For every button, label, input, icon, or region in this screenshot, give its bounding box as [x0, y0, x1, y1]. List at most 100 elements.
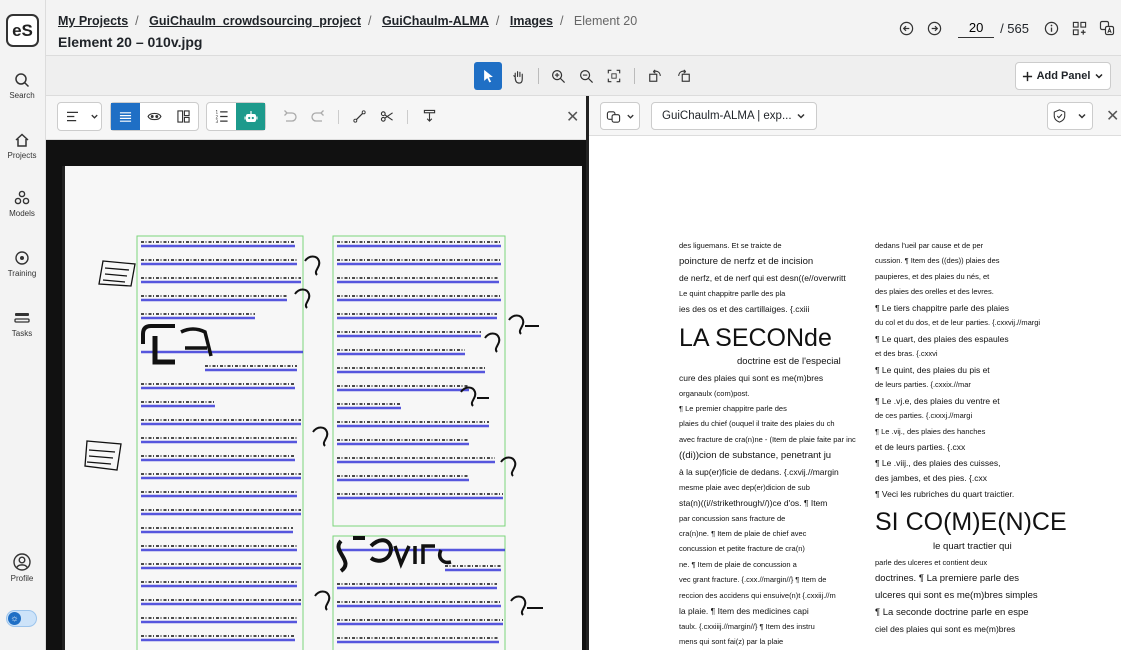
- transcription-line[interactable]: cure des plaies qui sont es me(m)bres: [679, 373, 856, 384]
- reading-order-button[interactable]: 123: [207, 103, 236, 130]
- transcription-line[interactable]: paupieres, et des plaies du nés, et: [875, 272, 1067, 281]
- cut-button[interactable]: [375, 104, 399, 128]
- transcription-line[interactable]: parle des ulceres et contient deux: [875, 558, 1067, 567]
- arrow-right-circle-icon: [927, 21, 941, 35]
- nav-projects[interactable]: Projects: [0, 132, 44, 160]
- transcription-line[interactable]: vec grant fracture. {.cxx.//margin//} ¶ …: [679, 575, 856, 584]
- transcription-line[interactable]: organaulx (com)post.: [679, 389, 856, 398]
- transcription-line[interactable]: des plaies des orelles et des levres.: [875, 287, 1067, 296]
- add-element-button[interactable]: [1065, 14, 1093, 42]
- app-logo[interactable]: eS: [6, 14, 39, 47]
- transcription-line[interactable]: taulx. {.cxxiiij.//margin//} ¶ Item des …: [679, 622, 856, 631]
- breadcrumb-project[interactable]: GuiChaulm_crowdsourcing_project: [149, 14, 361, 28]
- translate-button[interactable]: [1093, 14, 1121, 42]
- transcription-line[interactable]: ¶ Le .vj.e, des plaies du ventre et: [875, 396, 1067, 407]
- transcription-line[interactable]: de ces parties. {.cxxxj.//margi: [875, 411, 1067, 420]
- numbered-list-icon: 123: [215, 110, 228, 123]
- pan-tool-button[interactable]: [504, 62, 532, 90]
- transcription-line[interactable]: concussion et petite fracture de cra(n): [679, 544, 856, 553]
- transcription-line[interactable]: reccion des accidens qui ensuive(n)t {.c…: [679, 591, 856, 600]
- transcription-line[interactable]: ciel des plaies qui sont es me(m)bres: [875, 624, 1067, 635]
- transcription-line[interactable]: la plaie. ¶ Item des medicines capi: [679, 606, 856, 617]
- transcription-line[interactable]: ne. ¶ Item de plaie de concussion a: [679, 560, 856, 569]
- transcription-line[interactable]: Le quint chappitre parlle des pla: [679, 289, 856, 298]
- view-mode-dropdown[interactable]: [57, 102, 102, 131]
- nav-search[interactable]: Search: [0, 72, 44, 100]
- transcription-line[interactable]: ¶ Veci les rubriches du quart traictier.: [875, 489, 1067, 500]
- transcription-line[interactable]: ¶ Le quint, des plaies du pis et: [875, 365, 1067, 376]
- transcription-line[interactable]: poincture de nerfz et de incision: [679, 256, 856, 268]
- transcription-line[interactable]: des jambes, et des pies. {.cxx: [875, 473, 1067, 484]
- theme-toggle[interactable]: ☼: [6, 610, 37, 627]
- split-button[interactable]: [417, 104, 441, 128]
- verify-dropdown[interactable]: [1047, 102, 1093, 130]
- transcription-line[interactable]: ¶ Le tiers chappitre parle des plaies: [875, 303, 1067, 314]
- layer-mode-group: [110, 102, 199, 131]
- zoom-in-button[interactable]: [544, 62, 572, 90]
- transcription-line[interactable]: ies des os et des cartillaiges. {.cxiii: [679, 304, 856, 315]
- transcription-line[interactable]: ((di))cion de substance, penetrant ju: [679, 450, 856, 462]
- nav-models[interactable]: Models: [0, 190, 44, 218]
- transcription-line[interactable]: avec fracture de cra(n)ne - (Item de pla…: [679, 435, 856, 444]
- zoom-out-button[interactable]: [572, 62, 600, 90]
- rotate-left-button[interactable]: [641, 62, 669, 90]
- transcription-line[interactable]: le quart tractier qui: [875, 541, 1067, 553]
- panel-type-dropdown[interactable]: [600, 102, 640, 130]
- transcription-line[interactable]: ¶ La seconde doctrine parle en espe: [875, 607, 1067, 619]
- transcription-line[interactable]: doctrine est de l'especial: [679, 356, 856, 368]
- breadcrumb-images[interactable]: Images: [510, 14, 553, 28]
- add-panel-label: Add Panel: [1036, 70, 1091, 82]
- transcription-source-select[interactable]: GuiChaulm-ALMA | exp...: [651, 102, 817, 130]
- transcription-line[interactable]: mens qui sont fai(z) par la plaie: [679, 637, 856, 646]
- page-title: Element 20 – 010v.jpg: [58, 34, 203, 50]
- transcription-heading[interactable]: LA SECONde: [679, 323, 856, 354]
- previous-page-button[interactable]: [892, 14, 920, 42]
- transcription-heading[interactable]: SI CO(M)E(N)CE: [875, 507, 1067, 538]
- nav-training[interactable]: Training: [0, 250, 44, 278]
- fit-to-screen-button[interactable]: [600, 62, 628, 90]
- transcription-line[interactable]: ¶ Le premier chappitre parle des: [679, 404, 856, 413]
- visibility-button[interactable]: [140, 103, 169, 130]
- info-button[interactable]: [1037, 14, 1065, 42]
- robot-button[interactable]: [236, 103, 265, 130]
- undo-button[interactable]: [278, 104, 302, 128]
- transcription-line[interactable]: sta(n)((i//strikethrough//))ce d'os. ¶ I…: [679, 498, 856, 509]
- transcription-line[interactable]: cussion. ¶ Item des ((des)) plaies des: [875, 256, 1067, 265]
- rotate-right-button[interactable]: [670, 62, 698, 90]
- toolbar-separator: [538, 68, 539, 84]
- nav-tasks[interactable]: Tasks: [0, 310, 44, 338]
- breadcrumb-dataset[interactable]: GuiChaulm-ALMA: [382, 14, 489, 28]
- transcription-line[interactable]: cra(n)ne. ¶ Item de plaie de chief avec: [679, 529, 856, 538]
- transcription-line[interactable]: à la sup(er)ficie de dedans. {.cxvij.//m…: [679, 467, 856, 478]
- transcription-line[interactable]: ¶ Le .vij., des plaies des hanches: [875, 427, 1067, 436]
- draw-line-button[interactable]: [347, 104, 371, 128]
- transcription-line[interactable]: des liguemans. Et se traicte de: [679, 241, 856, 250]
- transcription-line[interactable]: et de leurs parties. {.cxx: [875, 442, 1067, 453]
- transcription-line[interactable]: doctrines. ¶ La premiere parle des: [875, 573, 1067, 585]
- transcription-line[interactable]: et des bras. {.cxxvi: [875, 349, 1067, 358]
- transcription-line[interactable]: ulceres qui sont es me(m)bres simples: [875, 590, 1067, 602]
- transcription-line[interactable]: ¶ Le quart, des plaies des espaules: [875, 334, 1067, 345]
- close-image-panel-icon[interactable]: ✕: [566, 110, 579, 126]
- page-number-input[interactable]: [958, 18, 995, 38]
- next-page-button[interactable]: [920, 14, 948, 42]
- transcription-line[interactable]: plaies du chief (ouquel il traite des pl…: [679, 419, 856, 428]
- cursor-icon: [483, 69, 493, 83]
- transcription-line[interactable]: de nerfz, et de nerf qui est desn((e//ov…: [679, 273, 856, 284]
- layout-button[interactable]: [169, 103, 198, 130]
- close-transcription-panel-icon[interactable]: ✕: [1106, 109, 1119, 125]
- text-lines-button[interactable]: [111, 103, 140, 130]
- manuscript-image-viewer[interactable]: [46, 140, 586, 650]
- redo-button[interactable]: [306, 104, 330, 128]
- chevron-down-icon: [1095, 73, 1103, 79]
- transcription-line[interactable]: du col et du dos, et de leur parties. {.…: [875, 318, 1067, 327]
- select-tool-button[interactable]: [474, 62, 502, 90]
- transcription-line[interactable]: dedans l'ueil par cause et de per: [875, 241, 1067, 250]
- transcription-line[interactable]: par concussion sans fracture de: [679, 514, 856, 523]
- transcription-line[interactable]: de leurs parties. {.cxxix.//mar: [875, 380, 1067, 389]
- breadcrumb-my-projects[interactable]: My Projects: [58, 14, 128, 28]
- transcription-line[interactable]: mesme plaie avec dep(er)dicion de sub: [679, 483, 856, 492]
- add-panel-button[interactable]: Add Panel: [1015, 62, 1111, 90]
- transcription-line[interactable]: ¶ Le .viij., des plaies des cuisses,: [875, 458, 1067, 469]
- nav-profile[interactable]: Profile: [0, 553, 44, 583]
